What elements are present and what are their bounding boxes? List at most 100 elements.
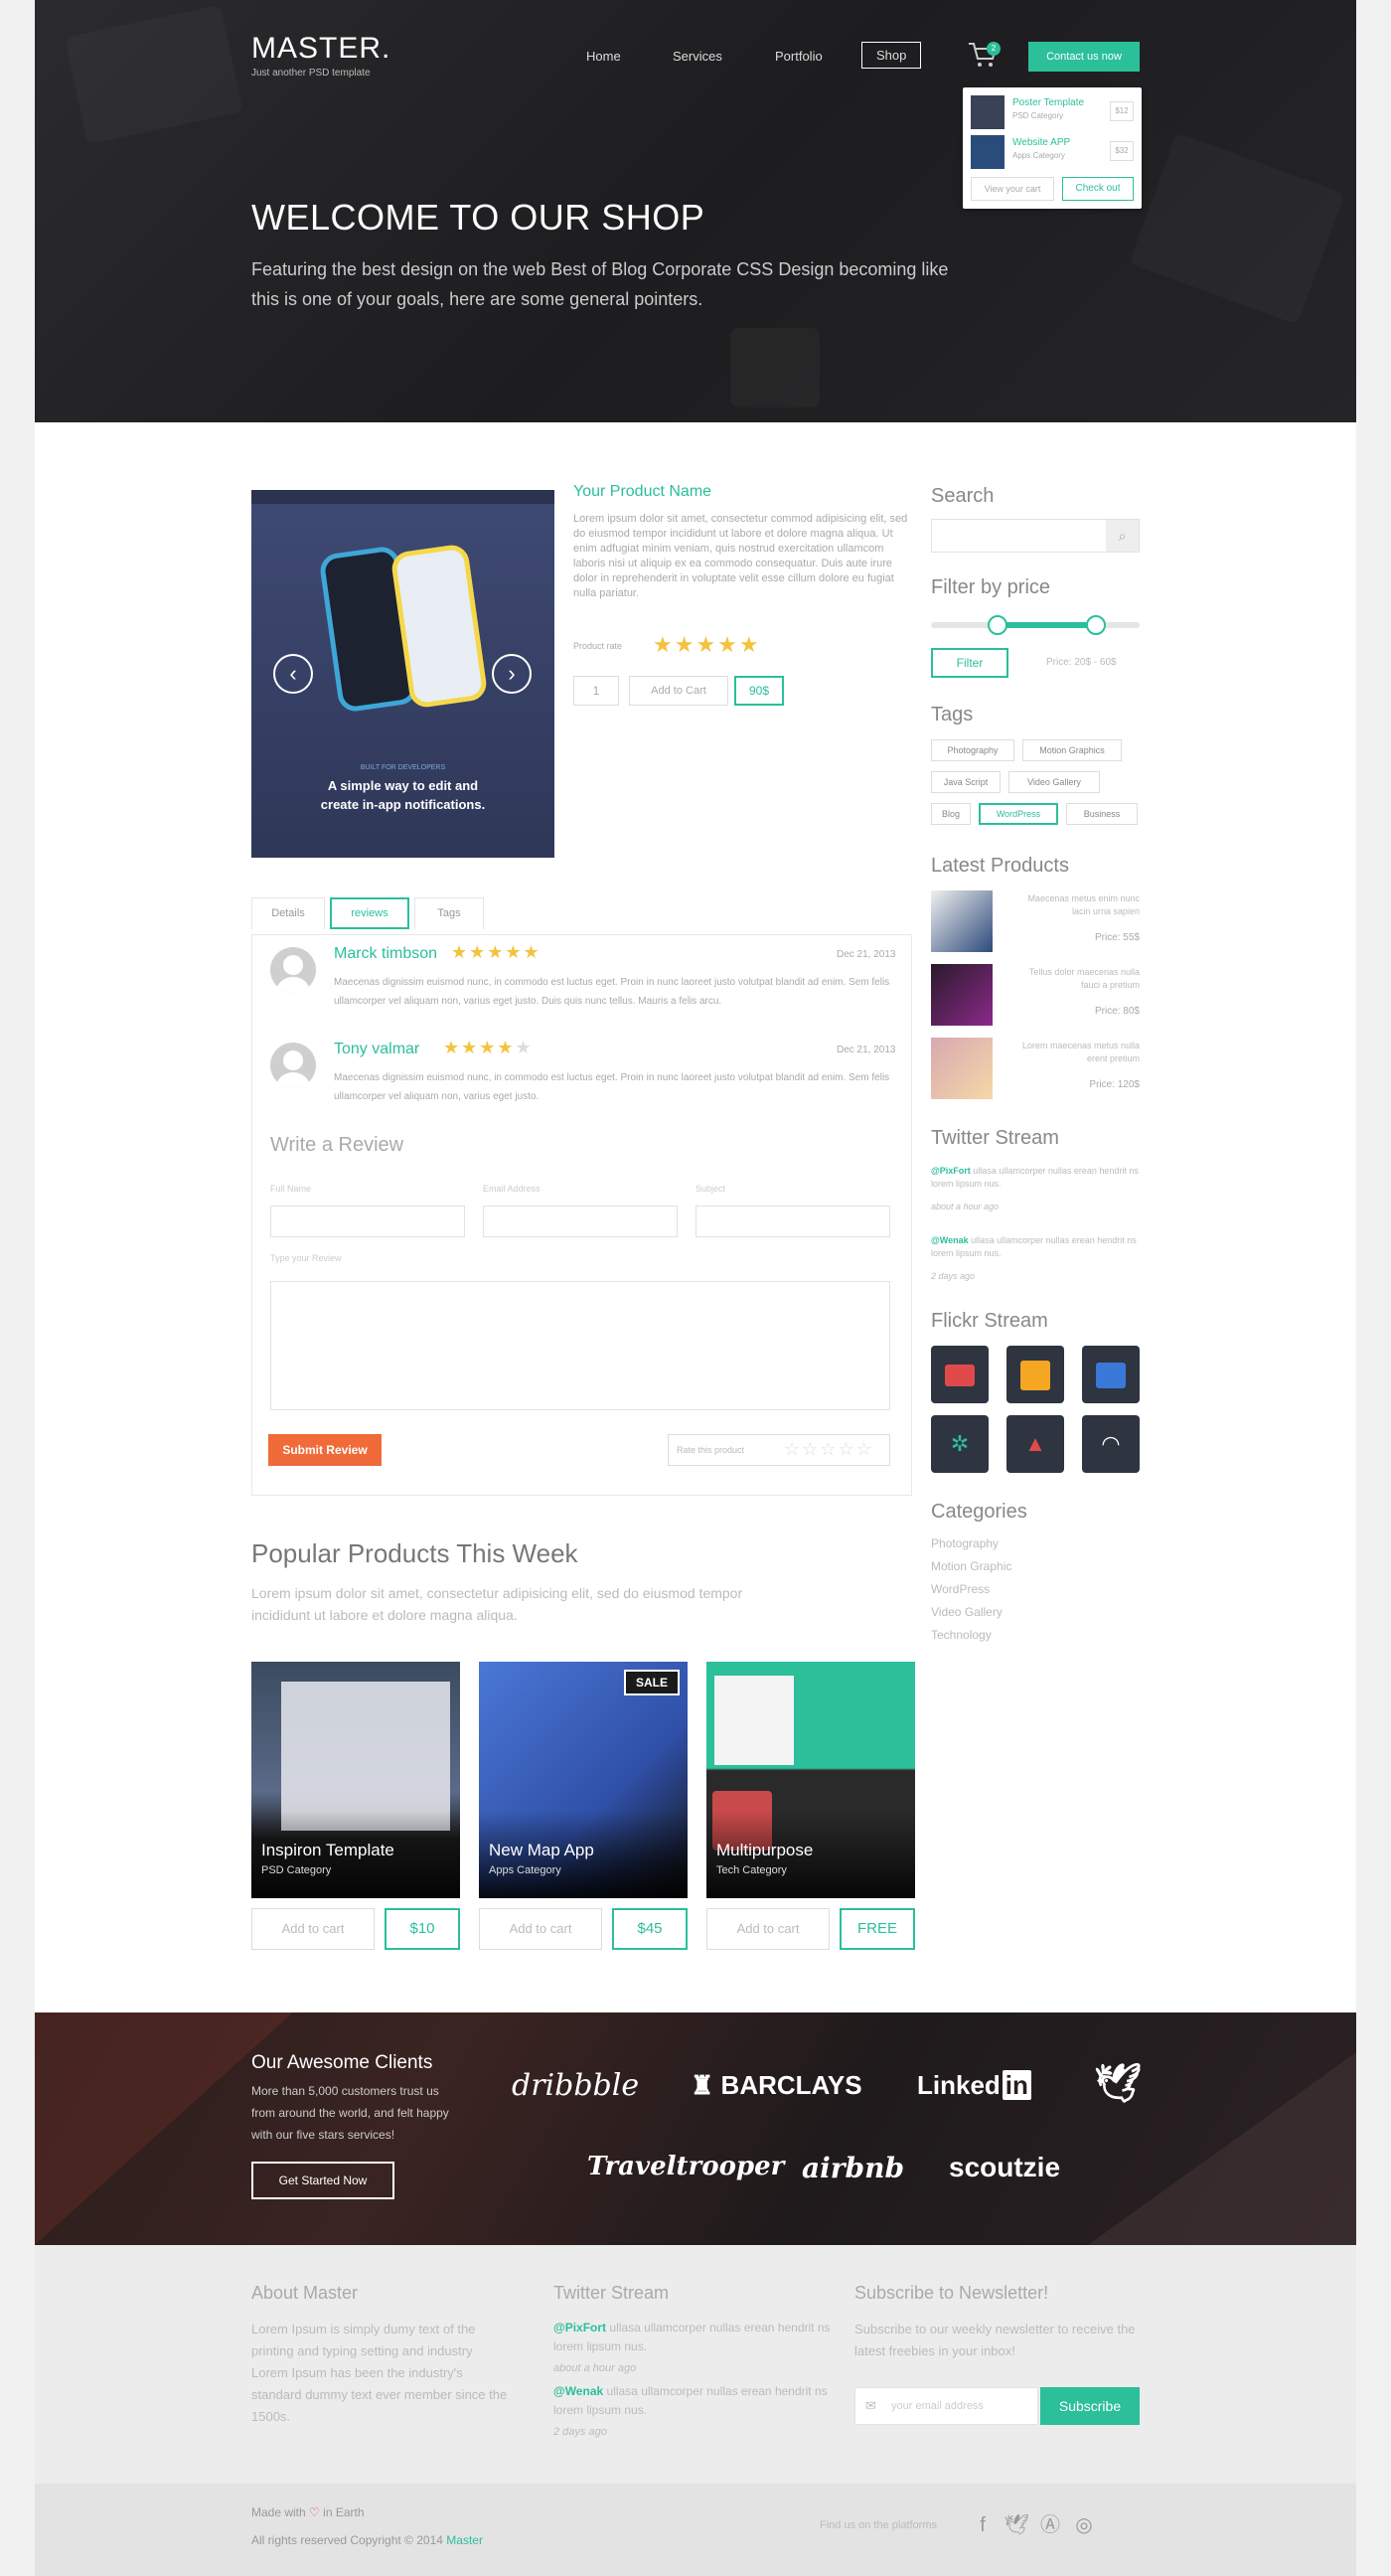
- tag-motion-graphics[interactable]: Motion Graphics: [1022, 739, 1122, 761]
- tweet-time: about a hour ago: [553, 2362, 637, 2374]
- client-logo-traveltrooper[interactable]: Traveltrooper: [587, 2152, 784, 2181]
- flickr-photo[interactable]: ✲: [931, 1415, 989, 1473]
- review-date: Dec 21, 2013: [837, 1045, 896, 1055]
- slider-next-arrow-icon[interactable]: ›: [492, 654, 532, 694]
- newsletter-email-input[interactable]: your email address: [854, 2387, 1038, 2425]
- nav-home[interactable]: Home: [586, 49, 621, 64]
- tab-details[interactable]: Details: [251, 897, 325, 929]
- get-started-button[interactable]: Get Started Now: [251, 2162, 394, 2199]
- subscribe-button[interactable]: Subscribe: [1040, 2387, 1140, 2425]
- logo[interactable]: MASTER.: [251, 32, 390, 66]
- client-logo-dribbble[interactable]: dribbble: [512, 2068, 639, 2103]
- tweet-user[interactable]: @PixFort: [553, 2321, 606, 2334]
- tag-photography[interactable]: Photography: [931, 739, 1014, 761]
- card-image: [714, 1676, 794, 1765]
- tag-video-gallery[interactable]: Video Gallery: [1008, 771, 1100, 793]
- tab-reviews[interactable]: reviews: [330, 897, 409, 929]
- tweet-time: about a hour ago: [931, 1202, 1000, 1211]
- slider-prev-arrow-icon[interactable]: ‹: [273, 654, 313, 694]
- filter-button[interactable]: Filter: [931, 648, 1008, 678]
- product-card[interactable]: Multipurpose Tech Category: [706, 1662, 915, 1898]
- cart-item[interactable]: Poster Template PSD Category $12: [971, 93, 1134, 131]
- tag-wordpress[interactable]: WordPress: [979, 803, 1058, 825]
- client-logo-barclays[interactable]: ♜ BARCLAYS: [691, 2070, 862, 2101]
- client-logo-airbnb[interactable]: airbnb: [802, 2152, 904, 2184]
- category-link[interactable]: Video Gallery: [931, 1605, 1003, 1619]
- submit-review-button[interactable]: Submit Review: [268, 1434, 382, 1466]
- clients-text: More than 5,000 customers trust us from …: [251, 2084, 449, 2142]
- cart-item[interactable]: Website APP Apps Category $32: [971, 133, 1134, 171]
- footer-tweet: @Wenak ullasa ullamcorper nullas erean h…: [553, 2382, 834, 2420]
- about-text: Lorem Ipsum is simply dumy text of the p…: [251, 2322, 508, 2424]
- review-message-textarea[interactable]: [270, 1281, 890, 1410]
- tweet-user[interactable]: @PixFort: [931, 1166, 971, 1176]
- card-add-to-cart-button[interactable]: Add to cart: [251, 1908, 375, 1950]
- card-add-to-cart-button[interactable]: Add to cart: [706, 1908, 830, 1950]
- review-text: Maecenas dignissim euismod nunc, in comm…: [334, 1072, 890, 1102]
- flickr-photo[interactable]: [1006, 1346, 1064, 1403]
- card-price[interactable]: $10: [385, 1908, 460, 1950]
- tweet: @Wenak ullasa ullamcorper nullas erean h…: [931, 1234, 1140, 1260]
- reviewer-name[interactable]: Marck timbson: [334, 945, 437, 963]
- email-field[interactable]: [483, 1206, 678, 1237]
- latest-product-thumbnail[interactable]: [931, 890, 993, 952]
- client-logo-barclays-text: BARCLAYS: [720, 2070, 862, 2100]
- tweet-user[interactable]: @Wenak: [931, 1235, 969, 1245]
- flickr-photo[interactable]: [931, 1346, 989, 1403]
- product-card[interactable]: Inspiron Template PSD Category: [251, 1662, 460, 1898]
- price-slider-handle-max[interactable]: [1086, 615, 1106, 635]
- subject-field[interactable]: [696, 1206, 890, 1237]
- flickr-photo[interactable]: ◠: [1082, 1415, 1140, 1473]
- brand-link[interactable]: Master: [446, 2533, 483, 2547]
- app-store-icon[interactable]: Ⓐ: [1036, 2511, 1064, 2539]
- product-rating-stars[interactable]: ★★★★★: [653, 632, 761, 658]
- product-name[interactable]: Your Product Name: [573, 483, 711, 501]
- full-name-field[interactable]: [270, 1206, 465, 1237]
- nav-shop[interactable]: Shop: [861, 42, 922, 69]
- card-price[interactable]: FREE: [840, 1908, 915, 1950]
- product-card[interactable]: SALE New Map App Apps Category: [479, 1662, 688, 1898]
- review-rating-stars: ★★★★★: [451, 942, 541, 962]
- client-logo-linkedin[interactable]: Linked in: [917, 2070, 1031, 2101]
- find-us-label: Find us on the platforms: [820, 2519, 938, 2531]
- tab-tags[interactable]: Tags: [414, 897, 484, 929]
- view-cart-button[interactable]: View your cart: [971, 177, 1054, 201]
- search-icon[interactable]: ⌕: [1106, 520, 1139, 552]
- cart-item-price: $12: [1110, 101, 1134, 121]
- card-price[interactable]: $45: [612, 1908, 688, 1950]
- card-name: Multipurpose: [716, 1841, 814, 1859]
- category-link[interactable]: Motion Graphic: [931, 1559, 1011, 1573]
- flickr-photo[interactable]: ▲: [1006, 1415, 1064, 1473]
- category-link[interactable]: Technology: [931, 1628, 992, 1642]
- card-add-to-cart-button[interactable]: Add to cart: [479, 1908, 602, 1950]
- tag-java-script[interactable]: Java Script: [931, 771, 1001, 793]
- nav-services[interactable]: Services: [673, 49, 722, 64]
- flickr-photo[interactable]: [1082, 1346, 1140, 1403]
- footer: About Master Lorem Ipsum is simply dumy …: [35, 2245, 1356, 2484]
- dribbble-icon[interactable]: ◎: [1070, 2511, 1098, 2539]
- quantity-stepper[interactable]: 1: [573, 676, 619, 706]
- category-link[interactable]: Photography: [931, 1536, 999, 1550]
- latest-product-thumbnail[interactable]: [931, 1038, 993, 1099]
- twitter-icon[interactable]: 🕊: [1003, 2511, 1030, 2539]
- client-logo-scoutzie[interactable]: scoutzie: [949, 2152, 1060, 2183]
- nav-portfolio[interactable]: Portfolio: [775, 49, 823, 64]
- add-to-cart-button[interactable]: Add to Cart: [629, 676, 728, 706]
- twitter-bird-icon[interactable]: 🕊: [1094, 2062, 1142, 2106]
- facebook-icon[interactable]: f: [969, 2511, 997, 2539]
- rate-product-label: Rate this product: [677, 1445, 745, 1455]
- tag-business[interactable]: Business: [1066, 803, 1138, 825]
- latest-product-thumbnail[interactable]: [931, 964, 993, 1026]
- avatar: [270, 947, 316, 993]
- checkout-button[interactable]: Check out: [1062, 177, 1134, 201]
- category-link[interactable]: WordPress: [931, 1582, 990, 1596]
- price-slider-handle-min[interactable]: [988, 615, 1007, 635]
- reviewer-name[interactable]: Tony valmar: [334, 1041, 419, 1058]
- rate-product-stars[interactable]: ☆☆☆☆☆: [784, 1439, 874, 1460]
- linkedin-text: Linked: [917, 2070, 1001, 2100]
- tweet-user[interactable]: @Wenak: [553, 2384, 603, 2398]
- contact-button[interactable]: Contact us now: [1028, 42, 1140, 72]
- tag-blog[interactable]: Blog: [931, 803, 971, 825]
- price-slider-range: [999, 622, 1098, 628]
- hero-bg-decoration: [1129, 132, 1344, 324]
